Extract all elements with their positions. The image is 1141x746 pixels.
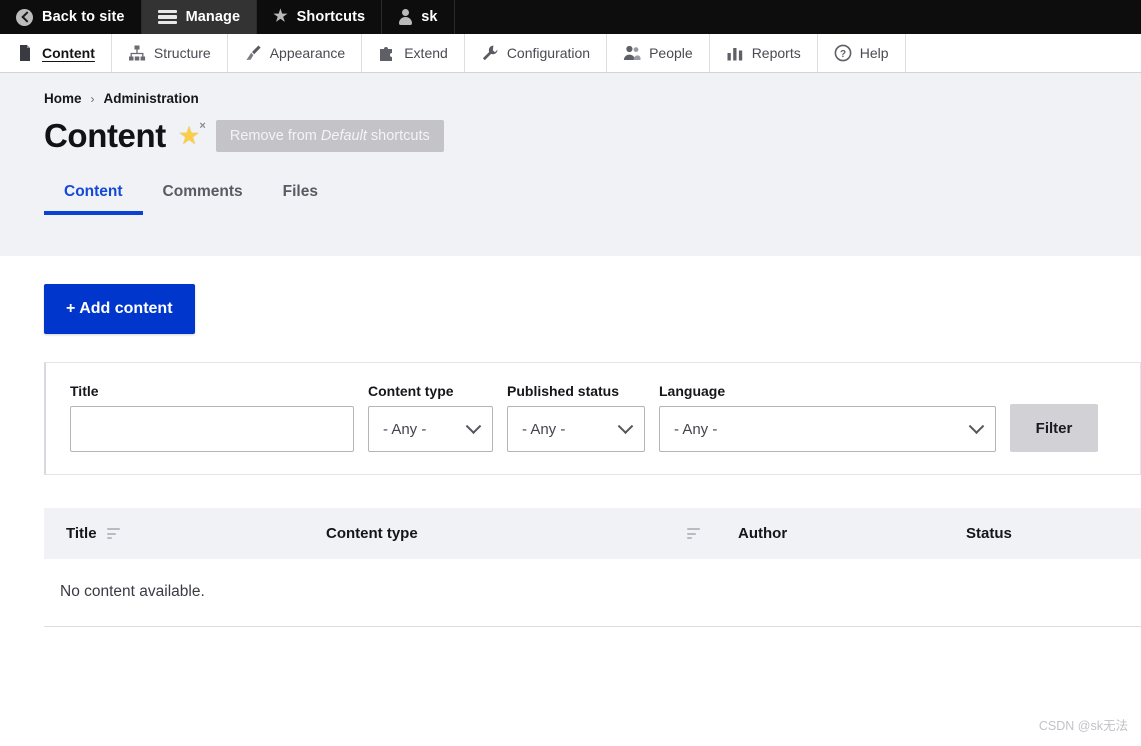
column-label-status: Status bbox=[966, 525, 1012, 542]
shortcut-prefix: Remove from bbox=[229, 128, 321, 144]
menu-label-extend: Extend bbox=[404, 45, 448, 61]
menu-item-configuration[interactable]: Configuration bbox=[465, 34, 608, 72]
page-title: Content bbox=[44, 117, 166, 154]
table-empty-row: No content available. bbox=[44, 559, 1141, 627]
shortcut-suffix: shortcuts bbox=[366, 128, 430, 144]
toolbar-item-shortcuts[interactable]: ★ Shortcuts bbox=[257, 0, 383, 34]
language-select[interactable]: - Any - bbox=[659, 406, 996, 452]
published-status-value: - Any - bbox=[522, 420, 566, 438]
sort-icon[interactable] bbox=[106, 528, 120, 539]
page-tabs: Content Comments Files bbox=[44, 177, 1141, 215]
admin-menu-bar: Content Structure Appearance Extend Conf… bbox=[0, 34, 1141, 73]
tab-comments[interactable]: Comments bbox=[143, 177, 263, 215]
shortcut-set-name: Default bbox=[320, 128, 367, 144]
title-row: Content ★ × Remove from Default shortcut… bbox=[44, 117, 1141, 155]
remove-from-shortcuts-tooltip[interactable]: Remove from Default shortcuts bbox=[215, 120, 444, 152]
breadcrumb-administration[interactable]: Administration bbox=[104, 91, 199, 106]
content-table-head: Title Content type Author Status bbox=[44, 508, 1141, 559]
content-table-wrapper: Title Content type Author Status No cont… bbox=[44, 508, 1141, 627]
tab-content[interactable]: Content bbox=[44, 177, 143, 215]
star-glyph-icon: ★ bbox=[177, 122, 201, 150]
hamburger-icon bbox=[157, 9, 177, 25]
empty-message: No content available. bbox=[44, 559, 1141, 627]
toolbar-label-manage: Manage bbox=[185, 9, 241, 25]
filter-label-language: Language bbox=[659, 383, 726, 399]
column-header-status: Status bbox=[966, 508, 1141, 559]
people-icon bbox=[623, 45, 641, 60]
admin-toolbar: Back to site Manage ★ Shortcuts sk bbox=[0, 0, 1141, 34]
filter-label-published-status: Published status bbox=[507, 383, 620, 399]
menu-label-content: Content bbox=[42, 45, 95, 61]
chevron-down-icon bbox=[617, 418, 634, 435]
filter-label-title: Title bbox=[70, 383, 99, 399]
toolbar-item-back-to-site[interactable]: Back to site bbox=[0, 0, 142, 34]
wrench-icon bbox=[482, 45, 498, 61]
menu-label-help: Help bbox=[859, 45, 889, 61]
content-table: Title Content type Author Status No cont… bbox=[44, 508, 1141, 627]
toolbar-label-user: sk bbox=[421, 9, 438, 25]
menu-item-people[interactable]: People bbox=[607, 34, 710, 72]
content-type-select[interactable]: - Any - bbox=[368, 406, 493, 452]
user-icon bbox=[398, 9, 412, 25]
chevron-down-icon bbox=[465, 418, 482, 435]
puzzle-piece-icon bbox=[380, 47, 393, 61]
main-content: + Add content Title Content type - Any -… bbox=[0, 256, 1141, 627]
title-filter-input[interactable] bbox=[70, 406, 354, 452]
toolbar-label-back-to-site: Back to site bbox=[42, 9, 125, 25]
breadcrumb-home[interactable]: Home bbox=[44, 91, 82, 106]
menu-item-help[interactable]: ? Help bbox=[818, 34, 906, 72]
published-status-select[interactable]: - Any - bbox=[507, 406, 645, 452]
filter-field-title: Title bbox=[70, 383, 354, 452]
language-value: - Any - bbox=[674, 420, 718, 438]
column-label-title: Title bbox=[66, 525, 97, 542]
content-table-body: No content available. bbox=[44, 559, 1141, 627]
filter-label-content-type: Content type bbox=[368, 383, 454, 399]
chevron-down-icon bbox=[968, 418, 985, 435]
menu-label-structure: Structure bbox=[153, 45, 211, 61]
toolbar-item-manage[interactable]: Manage bbox=[141, 0, 258, 34]
filter-field-language: Language - Any - bbox=[659, 383, 996, 452]
column-header-title[interactable]: Title bbox=[44, 508, 326, 559]
menu-item-appearance[interactable]: Appearance bbox=[228, 34, 363, 72]
add-content-button[interactable]: + Add content bbox=[44, 284, 195, 334]
filter-field-content-type: Content type - Any - bbox=[368, 383, 493, 452]
menu-item-structure[interactable]: Structure bbox=[112, 34, 228, 72]
page-icon bbox=[20, 45, 30, 61]
column-label-content-type: Content type bbox=[326, 525, 418, 542]
paintbrush-icon bbox=[246, 45, 261, 60]
svg-text:?: ? bbox=[840, 49, 846, 60]
filter-field-published-status: Published status - Any - bbox=[507, 383, 645, 452]
menu-label-configuration: Configuration bbox=[506, 45, 591, 61]
watermark: CSDN @sk无法 bbox=[1038, 719, 1128, 733]
shortcut-star-icon[interactable]: ★ × bbox=[177, 120, 206, 150]
column-label-author: Author bbox=[738, 525, 788, 542]
menu-item-extend[interactable]: Extend bbox=[362, 34, 465, 72]
menu-label-people: People bbox=[649, 45, 693, 61]
toolbar-label-shortcuts: Shortcuts bbox=[296, 9, 366, 25]
page-header: Home › Administration Content ★ × Remove… bbox=[0, 73, 1141, 256]
table-header-row: Title Content type Author Status bbox=[44, 508, 1141, 559]
breadcrumb: Home › Administration bbox=[44, 91, 1141, 106]
filter-submit-button[interactable]: Filter bbox=[1010, 404, 1098, 452]
menu-item-content[interactable]: Content bbox=[0, 34, 112, 72]
bar-chart-icon bbox=[727, 48, 742, 61]
star-icon: ★ bbox=[273, 8, 288, 25]
content-filter-panel: Title Content type - Any - Published sta… bbox=[44, 362, 1141, 475]
question-mark-icon: ? bbox=[834, 44, 852, 62]
menu-label-appearance: Appearance bbox=[269, 45, 346, 61]
sitemap-icon bbox=[128, 45, 145, 61]
back-arrow-icon bbox=[16, 8, 33, 26]
menu-label-reports: Reports bbox=[751, 45, 801, 61]
tab-files[interactable]: Files bbox=[263, 177, 338, 215]
content-type-value: - Any - bbox=[383, 420, 427, 438]
column-header-author: Author bbox=[738, 508, 966, 559]
toolbar-item-user[interactable]: sk bbox=[382, 0, 455, 34]
breadcrumb-separator: › bbox=[90, 91, 95, 106]
star-remove-mark: × bbox=[199, 120, 206, 132]
sort-icon[interactable] bbox=[687, 528, 700, 539]
column-header-content-type[interactable]: Content type bbox=[326, 508, 738, 559]
menu-item-reports[interactable]: Reports bbox=[710, 34, 818, 72]
